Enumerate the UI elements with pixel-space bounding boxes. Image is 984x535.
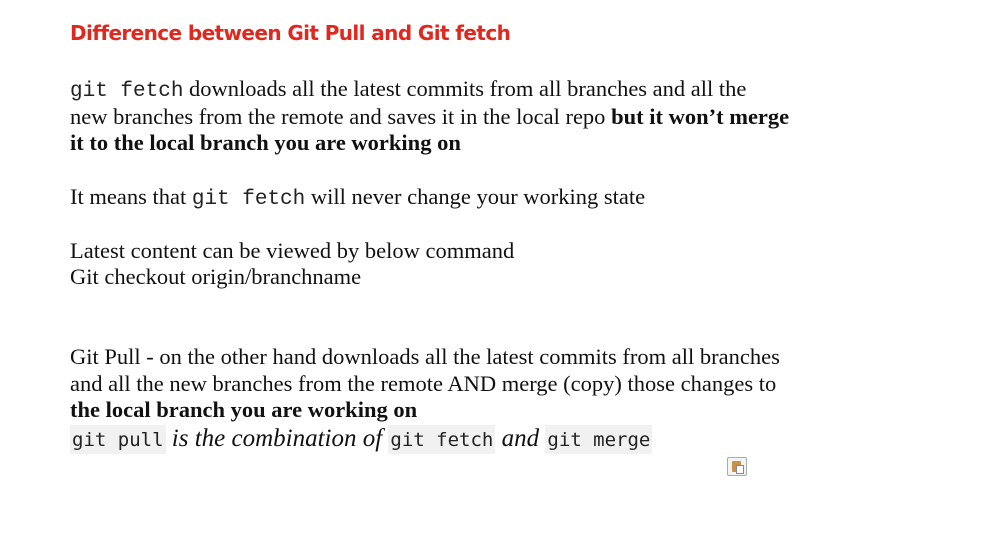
- bold-text: but it won’t merge: [611, 104, 790, 129]
- page-title: Difference between Git Pull and Git fetc…: [70, 21, 511, 45]
- bold-text: it to the local branch you are working o…: [70, 130, 461, 155]
- pull-para-line-1: Git Pull - on the other hand downloads a…: [70, 344, 780, 369]
- fetch-para-line-1: git fetch downloads all the latest commi…: [70, 76, 746, 105]
- pull-para-line-2: and all the new branches from the remote…: [70, 371, 777, 396]
- inline-code: git fetch: [191, 188, 306, 211]
- bold-text: the local branch you are working on: [70, 397, 418, 422]
- fetch-para-line-3: it to the local branch you are working o…: [70, 130, 461, 156]
- text: will never change your working state: [305, 184, 646, 209]
- inline-code: git fetch: [70, 80, 184, 103]
- pull-combination-line: git pull is the combination of git fetch…: [70, 425, 653, 454]
- checkout-command-line: Git checkout origin/branchname: [70, 264, 362, 289]
- inline-code: git merge: [545, 425, 653, 454]
- text: It means that: [70, 184, 192, 209]
- italic-text: and: [495, 425, 546, 452]
- inline-code: git fetch: [388, 425, 496, 454]
- text: downloads all the latest commits from al…: [183, 76, 747, 101]
- text: new branches from the remote and saves i…: [70, 104, 612, 129]
- inline-code: git pull: [70, 425, 166, 454]
- fetch-para-line-2: new branches from the remote and saves i…: [70, 104, 789, 130]
- working-state-line: It means that git fetch will never chang…: [70, 184, 645, 213]
- latest-content-line: Latest content can be viewed by below co…: [70, 238, 515, 263]
- pull-para-line-3: the local branch you are working on: [70, 397, 417, 423]
- clipboard-icon[interactable]: [727, 457, 747, 476]
- italic-text: is the combination of: [165, 425, 389, 452]
